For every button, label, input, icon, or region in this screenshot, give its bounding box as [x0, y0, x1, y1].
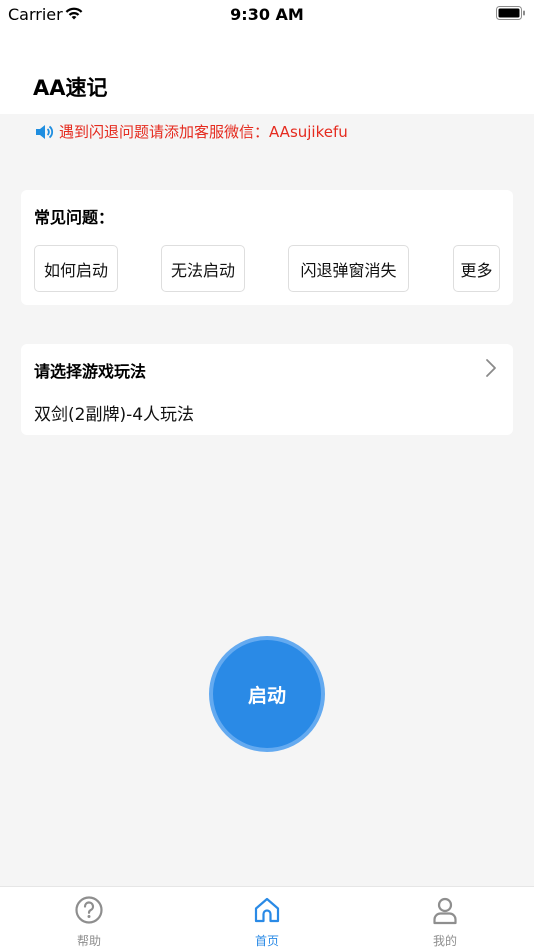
faq-crash-popup-button[interactable]: 闪退弹窗消失: [288, 245, 409, 292]
tab-help[interactable]: 帮助: [0, 887, 178, 950]
faq-more-button[interactable]: 更多: [453, 245, 500, 292]
notice-text: 遇到闪退问题请添加客服微信：AAsujikefu: [59, 123, 348, 141]
speaker-icon: [34, 122, 54, 142]
game-mode-title: 请选择游戏玩法: [34, 362, 147, 381]
game-mode-value: 双剑(2副牌)-4人玩法: [34, 405, 195, 425]
clock: 9:30 AM: [230, 5, 304, 24]
game-mode-selector[interactable]: 请选择游戏玩法 双剑(2副牌)-4人玩法: [21, 344, 513, 435]
nav-header: AA速记: [0, 30, 534, 114]
tab-mine[interactable]: 我的: [356, 887, 534, 950]
tab-bar: 帮助 首页 我的: [0, 886, 534, 950]
battery-icon: [496, 6, 526, 25]
tab-home-label: 首页: [254, 934, 279, 948]
faq-card: 常见问题： 如何启动 无法启动 闪退弹窗消失 更多: [21, 190, 513, 305]
home-icon: [252, 895, 282, 925]
status-bar: Carrier 9:30 AM: [0, 0, 534, 30]
start-button[interactable]: 启动: [209, 636, 325, 752]
faq-title: 常见问题：: [34, 208, 115, 227]
tab-help-label: 帮助: [76, 934, 101, 948]
faq-how-to-start-button[interactable]: 如何启动: [34, 245, 118, 292]
chevron-right-icon: [485, 358, 497, 382]
faq-cannot-start-button[interactable]: 无法启动: [161, 245, 245, 292]
person-icon: [430, 895, 460, 925]
page-title: AA速记: [33, 76, 108, 100]
help-icon: [74, 895, 104, 925]
notice-banner: 遇到闪退问题请添加客服微信：AAsujikefu: [34, 121, 348, 142]
tab-home[interactable]: 首页: [178, 887, 356, 950]
tab-mine-label: 我的: [432, 934, 457, 948]
